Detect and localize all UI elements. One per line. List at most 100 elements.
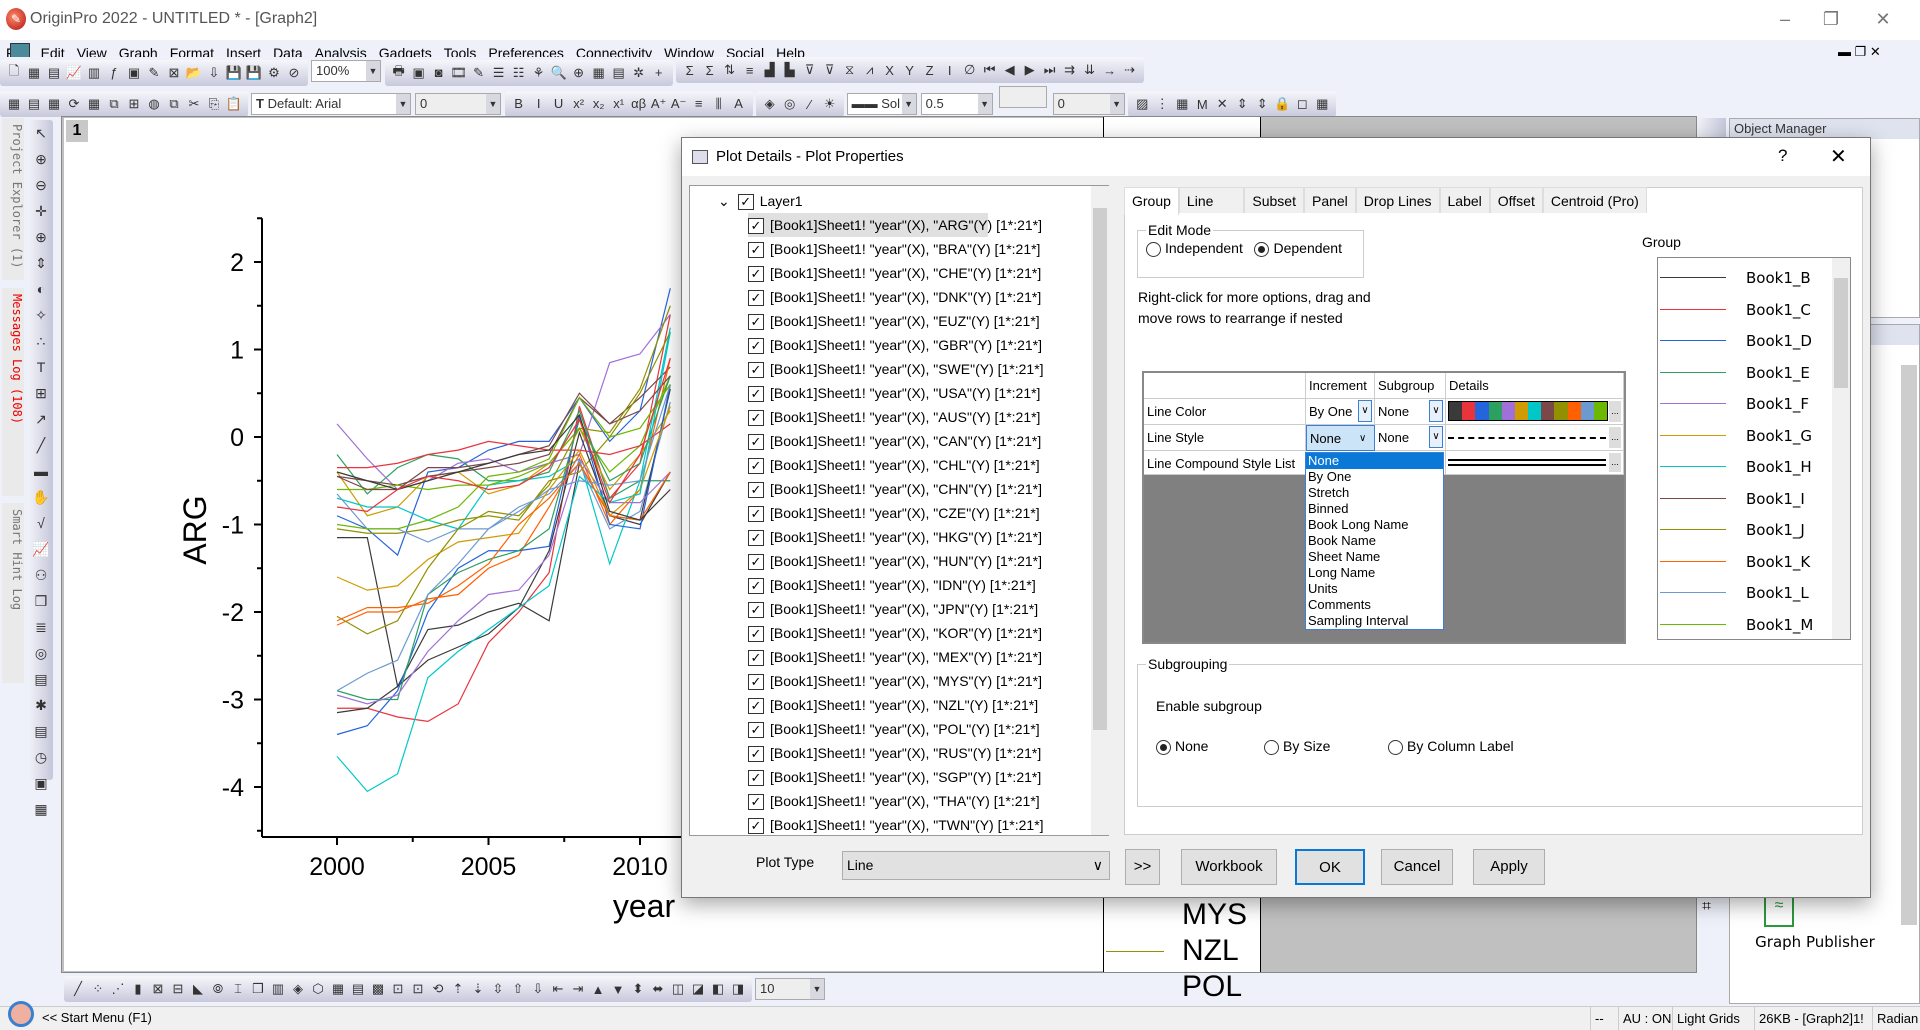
tab-panel[interactable]: Panel [1303, 187, 1356, 213]
font-combo[interactable]: T Default: Arial ▼ [251, 93, 411, 115]
group-member[interactable]: Book1_K [1658, 546, 1833, 578]
tab-offset[interactable]: Offset [1489, 187, 1543, 213]
plot-checkbox[interactable]: ✓ [748, 770, 764, 787]
new-graph-icon[interactable]: 📈 [64, 65, 84, 81]
plot-tree-item[interactable]: ✓ [Book1]Sheet1! "year"(X), "NZL"(Y) [1*:… [748, 693, 1038, 717]
filter-icon[interactable]: ⊽ [800, 62, 820, 78]
circle-tool-icon[interactable]: ◎ [29, 640, 53, 666]
grid-icon[interactable]: ⋮ [1152, 96, 1172, 112]
open-template-icon[interactable]: ⇩ [204, 65, 224, 81]
new-excel-icon[interactable]: ⊠ [164, 65, 184, 81]
tree-scrollbar[interactable] [1091, 186, 1109, 835]
insert-image-icon[interactable]: ⚇ [29, 562, 53, 588]
plot-3d-surface-icon[interactable]: ◈ [288, 981, 308, 997]
group-member[interactable]: Book1_G [1658, 420, 1833, 452]
plot-tree-item[interactable]: ✓ [Book1]Sheet1! "year"(X), "SWE"(Y) [1*:… [748, 357, 1044, 381]
dropdown-option[interactable]: Book Long Name [1306, 517, 1443, 533]
plot-tree-item[interactable]: ✓ [Book1]Sheet1! "year"(X), "KOR"(Y) [1*:… [748, 621, 1042, 645]
text-tool-icon[interactable]: T [29, 354, 53, 380]
insert-graph-icon[interactable]: 📈 [29, 536, 53, 562]
apply-button[interactable]: Apply [1473, 849, 1545, 885]
ok-button[interactable]: OK [1295, 849, 1365, 885]
plot-checkbox[interactable]: ✓ [748, 578, 764, 595]
move-back-icon[interactable]: ⇩ [528, 981, 548, 997]
radio-dependent[interactable]: Dependent [1254, 240, 1342, 257]
plot-tree-item[interactable]: ✓ [Book1]Sheet1! "year"(X), "CZE"(Y) [1*:… [748, 501, 1040, 525]
unmask-icon[interactable]: ✕ [1212, 96, 1232, 112]
plot-type-select[interactable]: Line ∨ [842, 851, 1110, 880]
set-values-icon[interactable]: ≡ [740, 63, 760, 78]
first-icon[interactable]: ⏮ [980, 62, 1000, 78]
mask-icon[interactable]: M [1192, 97, 1212, 112]
insert-equation-icon[interactable]: √ [29, 510, 53, 536]
plot-checkbox[interactable]: ✓ [748, 362, 764, 379]
column-plot-icon[interactable]: ▮ [128, 981, 148, 997]
more-button[interactable]: ... [1609, 427, 1621, 448]
fill-color-icon[interactable]: ◈ [760, 96, 780, 112]
dropdown-option[interactable]: By One [1306, 469, 1443, 485]
line-symbol-icon[interactable]: ⋰ [108, 981, 128, 997]
add-column-icon[interactable]: + [649, 65, 669, 80]
zoom-combo[interactable]: 100% ▼ [311, 59, 381, 82]
flow-right-icon[interactable]: ⇉ [1060, 62, 1080, 78]
group-member[interactable]: Book1_D [1658, 325, 1833, 357]
line-width-combo[interactable]: 0.5 ▼ [920, 93, 993, 115]
clone-icon[interactable]: ⧉ [104, 96, 124, 112]
table-icon[interactable]: ▦ [1172, 96, 1192, 112]
color-scale-icon[interactable]: ≣ [29, 614, 53, 640]
plot-checkbox[interactable]: ✓ [748, 266, 764, 283]
plot-tree-item[interactable]: ✓ [Book1]Sheet1! "year"(X), "HKG"(Y) [1*:… [748, 525, 1042, 549]
import-wizard-icon[interactable]: ▦ [4, 96, 24, 112]
chevron-down-icon[interactable]: ∨ [1429, 426, 1443, 448]
dropdown-option[interactable]: Book Name [1306, 533, 1443, 549]
cancel-button[interactable]: Cancel [1381, 849, 1453, 885]
tab-group[interactable]: Group [1124, 187, 1179, 215]
screen-reader-icon[interactable]: ✛ [29, 198, 53, 224]
plot-tree-item[interactable]: ✓ [Book1]Sheet1! "year"(X), "POL"(Y) [1*:… [748, 717, 1040, 741]
radio-by-size[interactable]: By Size [1264, 738, 1330, 755]
import-csv-icon[interactable]: ▤ [24, 96, 44, 112]
arrow-tool-icon[interactable]: ↗ [29, 406, 53, 432]
slide-show-icon[interactable]: ▣ [409, 65, 429, 81]
close-icon[interactable]: ✕ [1830, 144, 1847, 169]
plot-checkbox[interactable]: ✓ [748, 554, 764, 571]
minimize-icon[interactable]: – [1762, 4, 1808, 34]
plot-checkbox[interactable]: ✓ [748, 650, 764, 667]
add-table-icon[interactable]: ⊞ [29, 380, 53, 406]
plot-checkbox[interactable]: ✓ [748, 386, 764, 403]
template-plot-icon[interactable]: ❒ [248, 981, 268, 997]
scrollbar[interactable] [1901, 365, 1917, 925]
zoom-tool-icon[interactable]: 🔍 [549, 65, 569, 81]
sort-icon[interactable]: ⇅ [720, 62, 740, 78]
new-matrix-icon[interactable]: ▤ [44, 65, 64, 81]
more-button[interactable]: ... [1609, 453, 1621, 472]
stop-icon[interactable]: ⊘ [284, 65, 304, 81]
set-y-icon[interactable]: Y [900, 63, 920, 78]
color-list-preview[interactable] [1448, 401, 1608, 421]
plot-checkbox[interactable]: ✓ [748, 314, 764, 331]
plot-tree-item[interactable]: ✓ [Book1]Sheet1! "year"(X), "ARG"(Y) [1*:… [748, 213, 1042, 237]
font-color-icon[interactable]: A [729, 96, 749, 111]
save-template-icon[interactable]: 💾 [244, 65, 264, 81]
line-color-increment[interactable]: By One ∨ [1306, 399, 1375, 425]
scrollbar[interactable] [1832, 258, 1850, 639]
supsub-icon[interactable]: x¹ [609, 96, 629, 111]
peak-icon[interactable]: ⩘ [860, 62, 880, 78]
layer-grid-icon[interactable]: ▦ [1312, 96, 1332, 112]
plot-tree-item[interactable]: ✓ [Book1]Sheet1! "year"(X), "CAN"(Y) [1*:… [748, 429, 1041, 453]
star-tool-icon[interactable]: ✱ [29, 692, 53, 718]
multi-panel-icon[interactable]: ⊠ [148, 981, 168, 997]
layer-down-icon[interactable]: ⇣ [468, 981, 488, 997]
set-error-icon[interactable]: I [940, 63, 960, 78]
print-icon[interactable]: 🖶 [389, 62, 409, 84]
plot-tree-item[interactable]: ✓ [Book1]Sheet1! "year"(X), "CHL"(Y) [1*:… [748, 453, 1040, 477]
radio-independent[interactable]: Independent [1146, 240, 1243, 257]
pan-tool-icon[interactable]: ✋ [29, 484, 53, 510]
line-color-details[interactable]: ... [1446, 399, 1624, 425]
layer-checkbox[interactable]: ✓ [737, 194, 754, 211]
pointer-icon[interactable]: ↖ [29, 120, 53, 146]
tab-label[interactable]: Label [1439, 187, 1490, 213]
draw-data-icon[interactable]: ∴ [29, 328, 53, 354]
group-member[interactable]: Book1_I [1658, 483, 1833, 515]
same-height-icon[interactable]: ⬌ [648, 981, 668, 997]
